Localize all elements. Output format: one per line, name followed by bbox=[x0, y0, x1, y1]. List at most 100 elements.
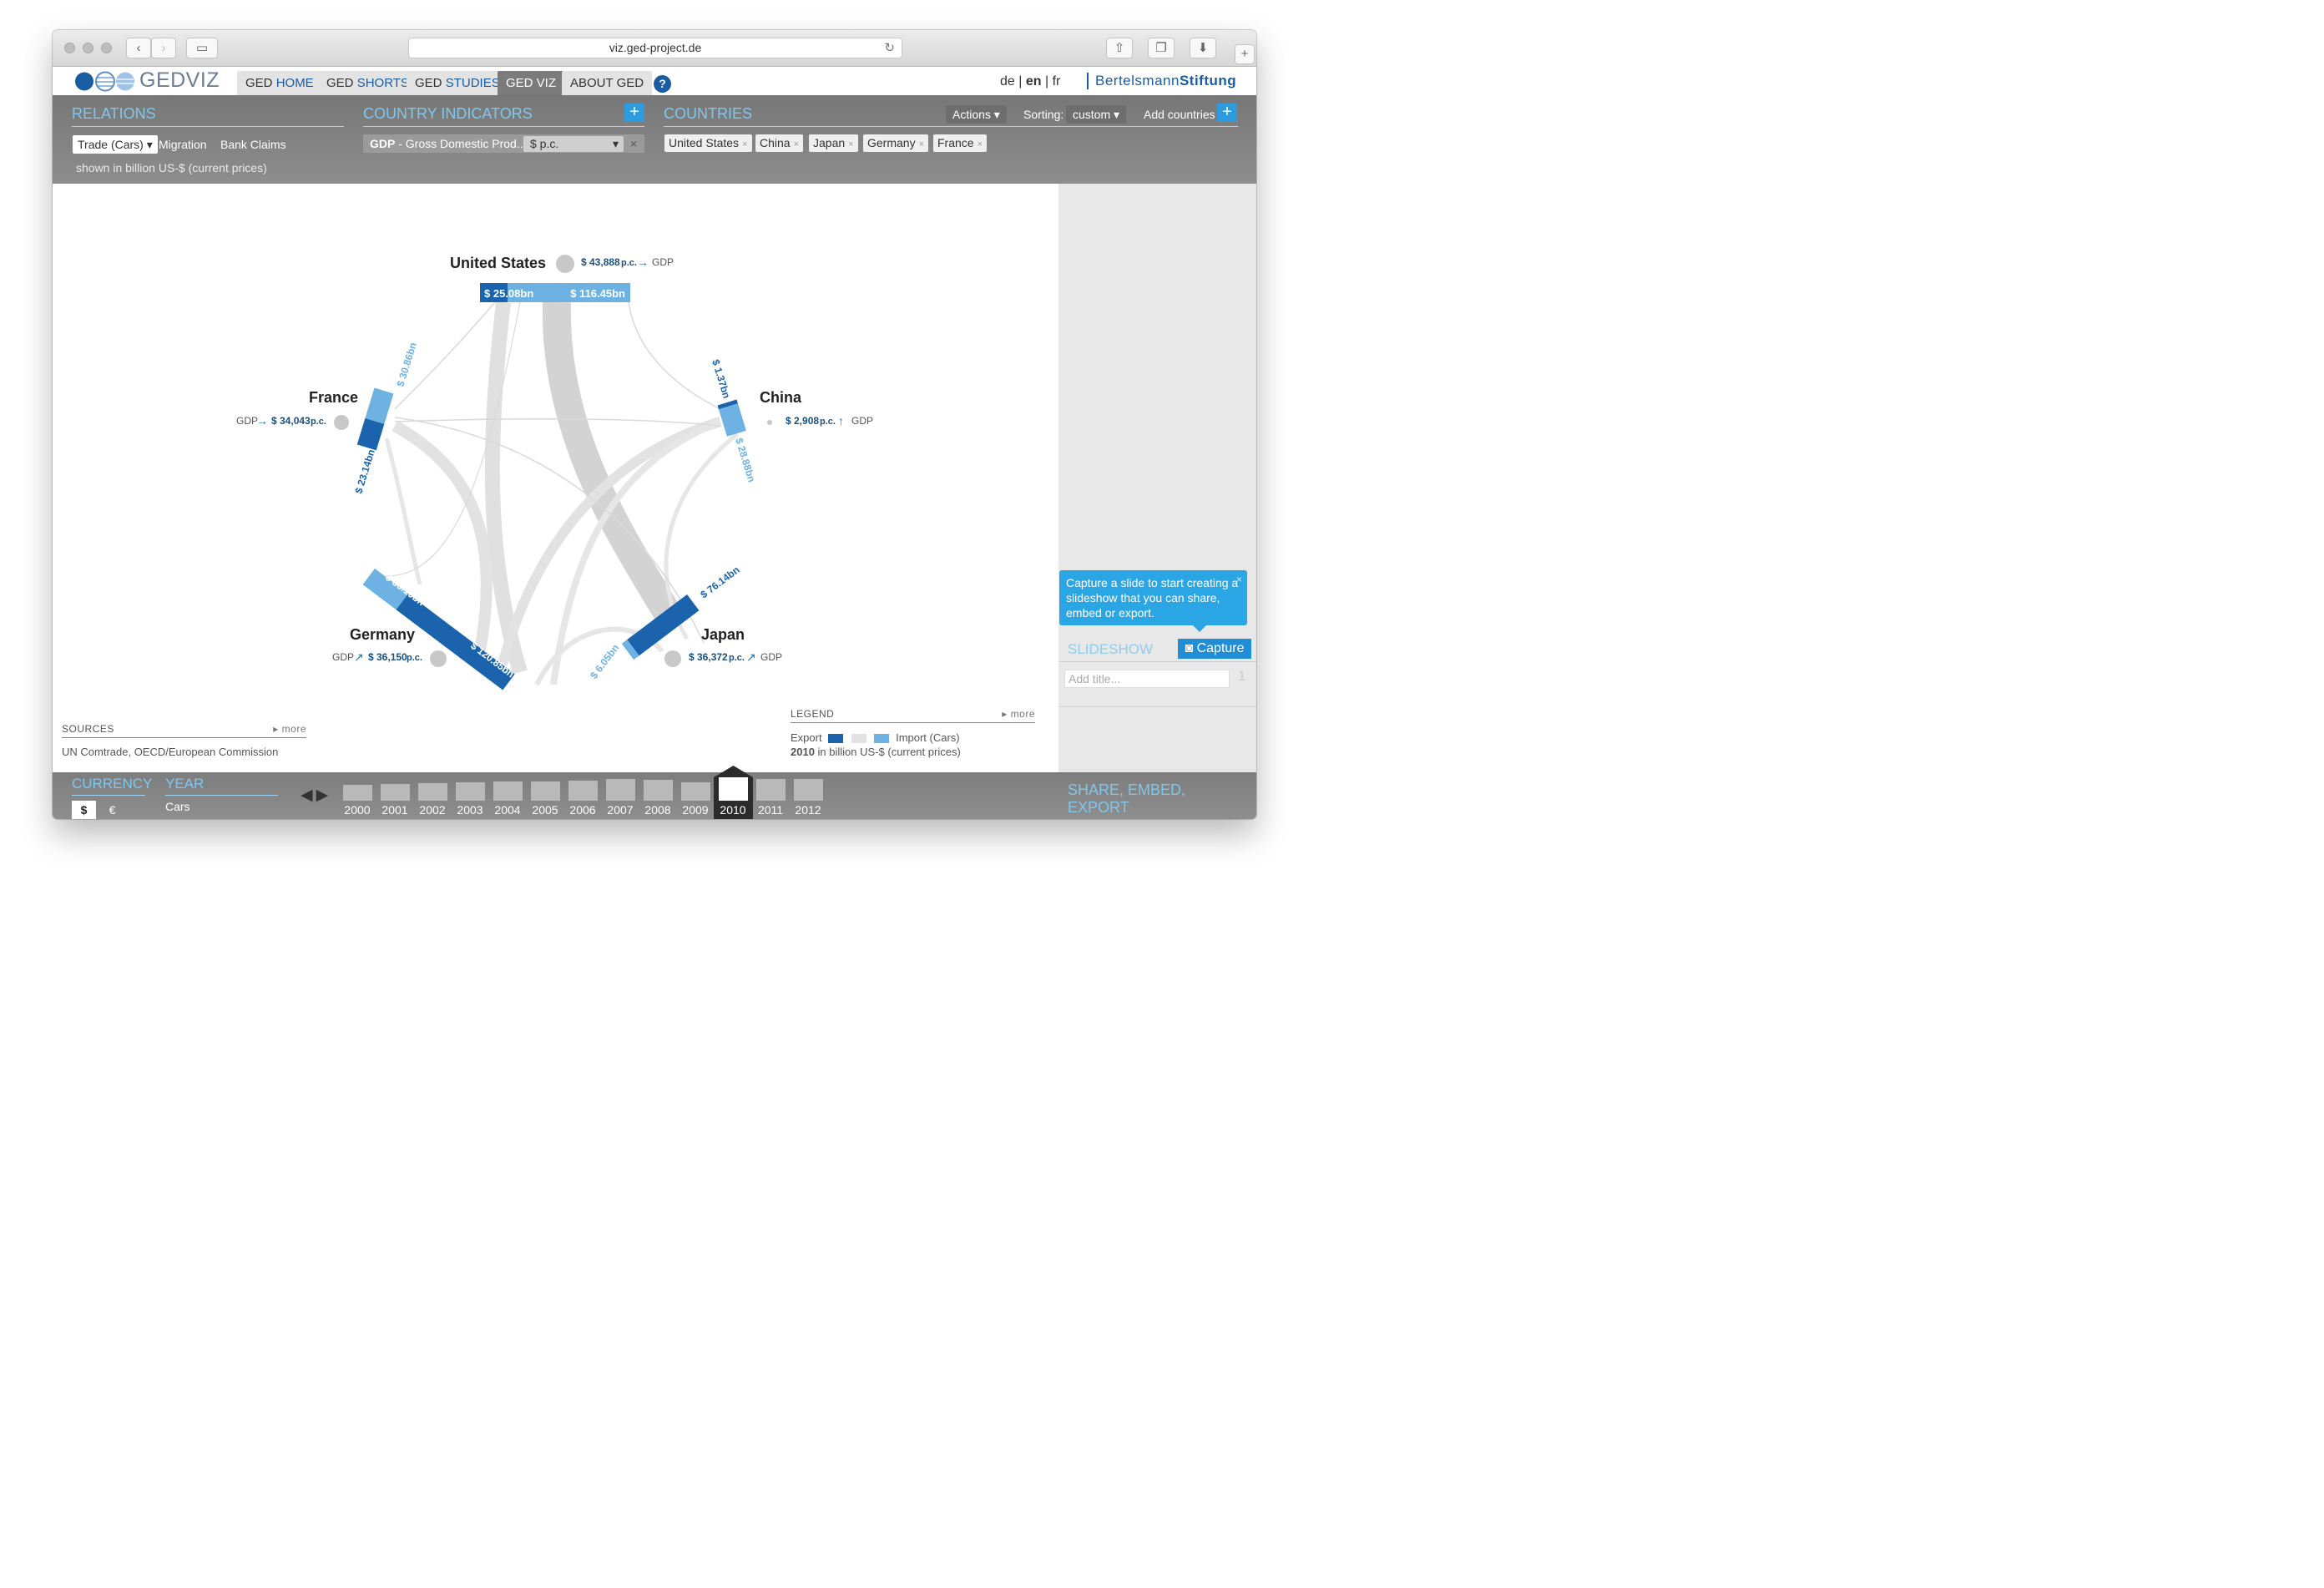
bar-france-export[interactable] bbox=[356, 417, 385, 451]
tab-ged-studies[interactable]: GED STUDIES bbox=[407, 71, 508, 95]
remove-chip-icon[interactable]: × bbox=[794, 139, 799, 149]
node-name-japan[interactable]: Japan bbox=[701, 626, 745, 643]
actions-dropdown[interactable]: Actions ▾ bbox=[946, 105, 1007, 124]
sidebar-toggle-icon[interactable]: ▭ bbox=[186, 38, 218, 58]
year-bar-2010[interactable] bbox=[719, 777, 748, 801]
year-bar-2008[interactable] bbox=[644, 780, 673, 801]
country-chip-united-states[interactable]: United States × bbox=[664, 134, 752, 152]
year-label-2001[interactable]: 2001 bbox=[376, 803, 413, 817]
tab-ged-home[interactable]: GED HOME bbox=[237, 71, 322, 95]
legend-more-link[interactable]: ▸ more bbox=[1002, 708, 1035, 720]
bar-china[interactable] bbox=[717, 399, 746, 437]
add-countries-label[interactable]: Add countries bbox=[1144, 108, 1215, 121]
indicator-japan: GDP bbox=[760, 651, 782, 663]
remove-chip-icon[interactable]: × bbox=[919, 139, 924, 149]
slide-title-input[interactable]: Add title... bbox=[1064, 670, 1230, 688]
forward-icon[interactable]: › bbox=[151, 38, 176, 58]
year-label-2009[interactable]: 2009 bbox=[677, 803, 714, 817]
new-tab-icon[interactable]: + bbox=[1235, 44, 1255, 64]
year-bar-2003[interactable] bbox=[456, 782, 485, 801]
currency-eur-button[interactable]: € bbox=[100, 801, 124, 819]
tabs-icon[interactable]: ❐ bbox=[1148, 38, 1175, 58]
node-name-china[interactable]: China bbox=[760, 389, 802, 406]
year-label-2004[interactable]: 2004 bbox=[489, 803, 526, 817]
year-bar-2005[interactable] bbox=[531, 781, 560, 801]
close-icon[interactable]: × bbox=[1236, 572, 1242, 587]
gdp-circle-germany[interactable] bbox=[430, 650, 447, 667]
country-chip-china[interactable]: China × bbox=[755, 134, 804, 152]
capture-button[interactable]: ◙ Capture bbox=[1178, 639, 1251, 659]
lang-fr[interactable]: fr bbox=[1053, 74, 1061, 89]
lang-en[interactable]: en bbox=[1026, 74, 1042, 89]
zoom-window-button[interactable] bbox=[101, 43, 112, 53]
year-bar-2009[interactable] bbox=[681, 782, 710, 801]
bertelsmann-logo[interactable]: BertelsmannStiftung bbox=[1087, 73, 1236, 89]
gdp-circle-france[interactable] bbox=[334, 415, 349, 430]
relation-migration[interactable]: Migration bbox=[159, 138, 207, 151]
year-bar-2001[interactable] bbox=[381, 784, 410, 801]
tab-ged-shorts[interactable]: GED SHORTS bbox=[318, 71, 417, 95]
year-bar-2006[interactable] bbox=[568, 781, 598, 801]
help-icon[interactable]: ? bbox=[654, 75, 671, 93]
year-bar-2002[interactable] bbox=[418, 783, 447, 801]
sorting-dropdown[interactable]: custom ▾ bbox=[1066, 105, 1127, 124]
gdp-circle-us[interactable] bbox=[556, 255, 574, 273]
year-label-2005[interactable]: 2005 bbox=[527, 803, 563, 817]
country-chip-france[interactable]: France × bbox=[933, 134, 988, 152]
node-name-germany[interactable]: Germany bbox=[350, 626, 415, 643]
label-fr-import: $ 30.86bn bbox=[394, 341, 418, 387]
currency-usd-button[interactable]: $ bbox=[72, 801, 96, 819]
download-icon[interactable]: ⬇ bbox=[1190, 38, 1216, 58]
year-step-arrows[interactable]: ◀▶ bbox=[301, 786, 331, 805]
year-label-2011[interactable]: 2011 bbox=[752, 803, 789, 817]
year-bar-2012[interactable] bbox=[794, 779, 823, 801]
country-chip-germany[interactable]: Germany × bbox=[863, 134, 929, 152]
share-icon[interactable]: ⇧ bbox=[1106, 38, 1133, 58]
address-bar[interactable]: viz.ged-project.de ↻ bbox=[408, 38, 902, 58]
country-chip-japan[interactable]: Japan × bbox=[809, 134, 858, 152]
year-label-2006[interactable]: 2006 bbox=[564, 803, 601, 817]
year-bar-2000[interactable] bbox=[343, 785, 372, 801]
sources-more-link[interactable]: ▸ more bbox=[273, 723, 306, 735]
node-name-us[interactable]: United States bbox=[450, 255, 546, 271]
tab-ged-viz[interactable]: GED VIZ bbox=[498, 71, 565, 95]
remove-chip-icon[interactable]: × bbox=[848, 139, 853, 149]
minimize-window-button[interactable] bbox=[83, 43, 93, 53]
remove-chip-icon[interactable]: × bbox=[978, 139, 983, 149]
gdp-circle-china[interactable] bbox=[767, 420, 772, 425]
close-window-button[interactable] bbox=[64, 43, 75, 53]
remove-indicator-icon[interactable]: × bbox=[630, 137, 637, 150]
year-label-2007[interactable]: 2007 bbox=[602, 803, 639, 817]
year-label-2003[interactable]: 2003 bbox=[452, 803, 488, 817]
reload-icon[interactable]: ↻ bbox=[884, 38, 895, 58]
flow-france-china[interactable] bbox=[394, 417, 721, 427]
add-indicator-button[interactable]: + bbox=[624, 104, 644, 122]
node-name-france[interactable]: France bbox=[309, 389, 358, 406]
next-year-icon[interactable]: ▶ bbox=[316, 786, 332, 804]
lang-de[interactable]: de bbox=[1000, 74, 1015, 89]
brand-bold-text: Stiftung bbox=[1179, 73, 1237, 89]
tab-about-ged[interactable]: ABOUT GED bbox=[562, 71, 653, 95]
indicator-unit-select[interactable]: $ p.c. ▾ bbox=[523, 136, 624, 152]
gdp-circle-japan[interactable] bbox=[664, 650, 681, 667]
bar-france-import[interactable] bbox=[365, 387, 394, 424]
year-label-2008[interactable]: 2008 bbox=[639, 803, 676, 817]
remove-chip-icon[interactable]: × bbox=[742, 139, 747, 149]
site-logo[interactable]: GEDVIZ bbox=[139, 68, 220, 93]
year-bar-2004[interactable] bbox=[493, 781, 523, 801]
year-bar-2007[interactable] bbox=[606, 779, 635, 801]
bar-china-import[interactable] bbox=[718, 403, 746, 437]
year-bar-2011[interactable] bbox=[756, 779, 786, 801]
share-embed-export-link[interactable]: SHARE, EMBED, EXPORT bbox=[1068, 781, 1246, 819]
relation-dropdown[interactable]: Trade (Cars) ▾ bbox=[73, 135, 158, 154]
year-label-2012[interactable]: 2012 bbox=[790, 803, 826, 817]
year-label-2010[interactable]: 2010 bbox=[715, 803, 751, 817]
flow-france-germany-2[interactable] bbox=[384, 437, 422, 585]
add-country-button[interactable]: + bbox=[1217, 104, 1237, 122]
prev-year-icon[interactable]: ◀ bbox=[301, 786, 316, 804]
year-label-2002[interactable]: 2002 bbox=[414, 803, 451, 817]
relation-bank-claims[interactable]: Bank Claims bbox=[220, 138, 286, 151]
back-icon[interactable]: ‹ bbox=[126, 38, 151, 58]
flow-us-china[interactable] bbox=[628, 301, 721, 410]
year-label-2000[interactable]: 2000 bbox=[339, 803, 376, 817]
